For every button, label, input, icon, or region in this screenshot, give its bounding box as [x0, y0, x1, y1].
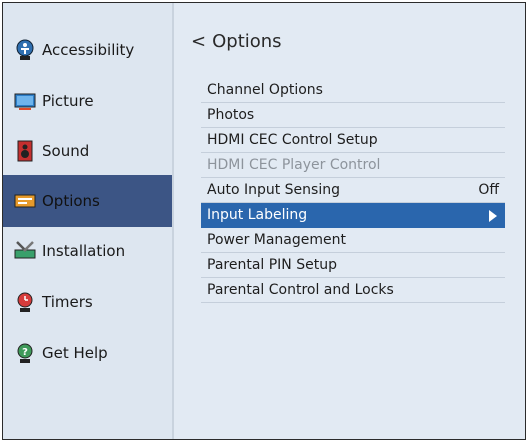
page-title: Options	[212, 31, 282, 52]
sidebar-item-sound[interactable]: Sound	[3, 125, 172, 177]
installation-icon	[14, 240, 36, 262]
sidebar: Accessibility Picture Sound Options Inst	[3, 3, 172, 439]
menu-item-channel-options[interactable]: Channel Options	[201, 78, 505, 103]
timers-icon	[14, 291, 36, 313]
options-icon	[14, 190, 36, 212]
menu-item-hdmi-cec-player-control: HDMI CEC Player Control	[201, 153, 505, 178]
svg-text:?: ?	[22, 347, 28, 358]
sidebar-item-accessibility[interactable]: Accessibility	[3, 24, 172, 76]
sidebar-item-label: Picture	[42, 92, 94, 110]
sidebar-item-label: Options	[42, 192, 100, 210]
options-menu: Channel Options Photos HDMI CEC Control …	[201, 78, 505, 303]
sidebar-item-timers[interactable]: Timers	[3, 276, 172, 328]
accessibility-icon	[14, 39, 36, 61]
help-icon: ?	[14, 342, 36, 364]
menu-item-label: Photos	[207, 107, 255, 123]
sidebar-item-options[interactable]: Options	[3, 175, 172, 227]
menu-item-input-labeling[interactable]: Input Labeling	[201, 203, 505, 228]
sidebar-item-label: Sound	[42, 142, 90, 160]
menu-item-photos[interactable]: Photos	[201, 103, 505, 128]
sidebar-item-installation[interactable]: Installation	[3, 225, 172, 277]
menu-item-label: Channel Options	[207, 82, 323, 98]
sidebar-item-label: Installation	[42, 242, 126, 260]
picture-icon	[14, 90, 36, 112]
menu-item-power-management[interactable]: Power Management	[201, 228, 505, 253]
menu-item-label: Input Labeling	[207, 207, 308, 223]
chevron-left-icon: <	[191, 31, 207, 52]
sound-icon	[14, 140, 36, 162]
sidebar-item-picture[interactable]: Picture	[3, 75, 172, 127]
options-panel: < Options Channel Options Photos HDMI CE…	[174, 3, 525, 439]
menu-item-label: Parental PIN Setup	[207, 257, 337, 273]
menu-item-value: Off	[478, 182, 499, 198]
menu-item-label: Power Management	[207, 232, 347, 248]
sidebar-item-label: Timers	[42, 293, 93, 311]
arrow-right-icon	[489, 210, 497, 222]
menu-item-label: HDMI CEC Control Setup	[207, 132, 378, 148]
menu-item-hdmi-cec-control-setup[interactable]: HDMI CEC Control Setup	[201, 128, 505, 153]
sidebar-item-get-help[interactable]: ? Get Help	[3, 327, 172, 379]
back-header[interactable]: < Options	[191, 31, 282, 52]
tv-settings-screen: Accessibility Picture Sound Options Inst	[2, 2, 526, 440]
sidebar-item-label: Accessibility	[42, 41, 135, 59]
menu-item-label: Parental Control and Locks	[207, 282, 394, 298]
menu-item-label: HDMI CEC Player Control	[207, 157, 381, 173]
menu-item-auto-input-sensing[interactable]: Auto Input Sensing Off	[201, 178, 505, 203]
menu-item-parental-pin-setup[interactable]: Parental PIN Setup	[201, 253, 505, 278]
sidebar-item-label: Get Help	[42, 344, 108, 362]
menu-item-label: Auto Input Sensing	[207, 182, 340, 198]
menu-item-parental-control-and-locks[interactable]: Parental Control and Locks	[201, 278, 505, 303]
